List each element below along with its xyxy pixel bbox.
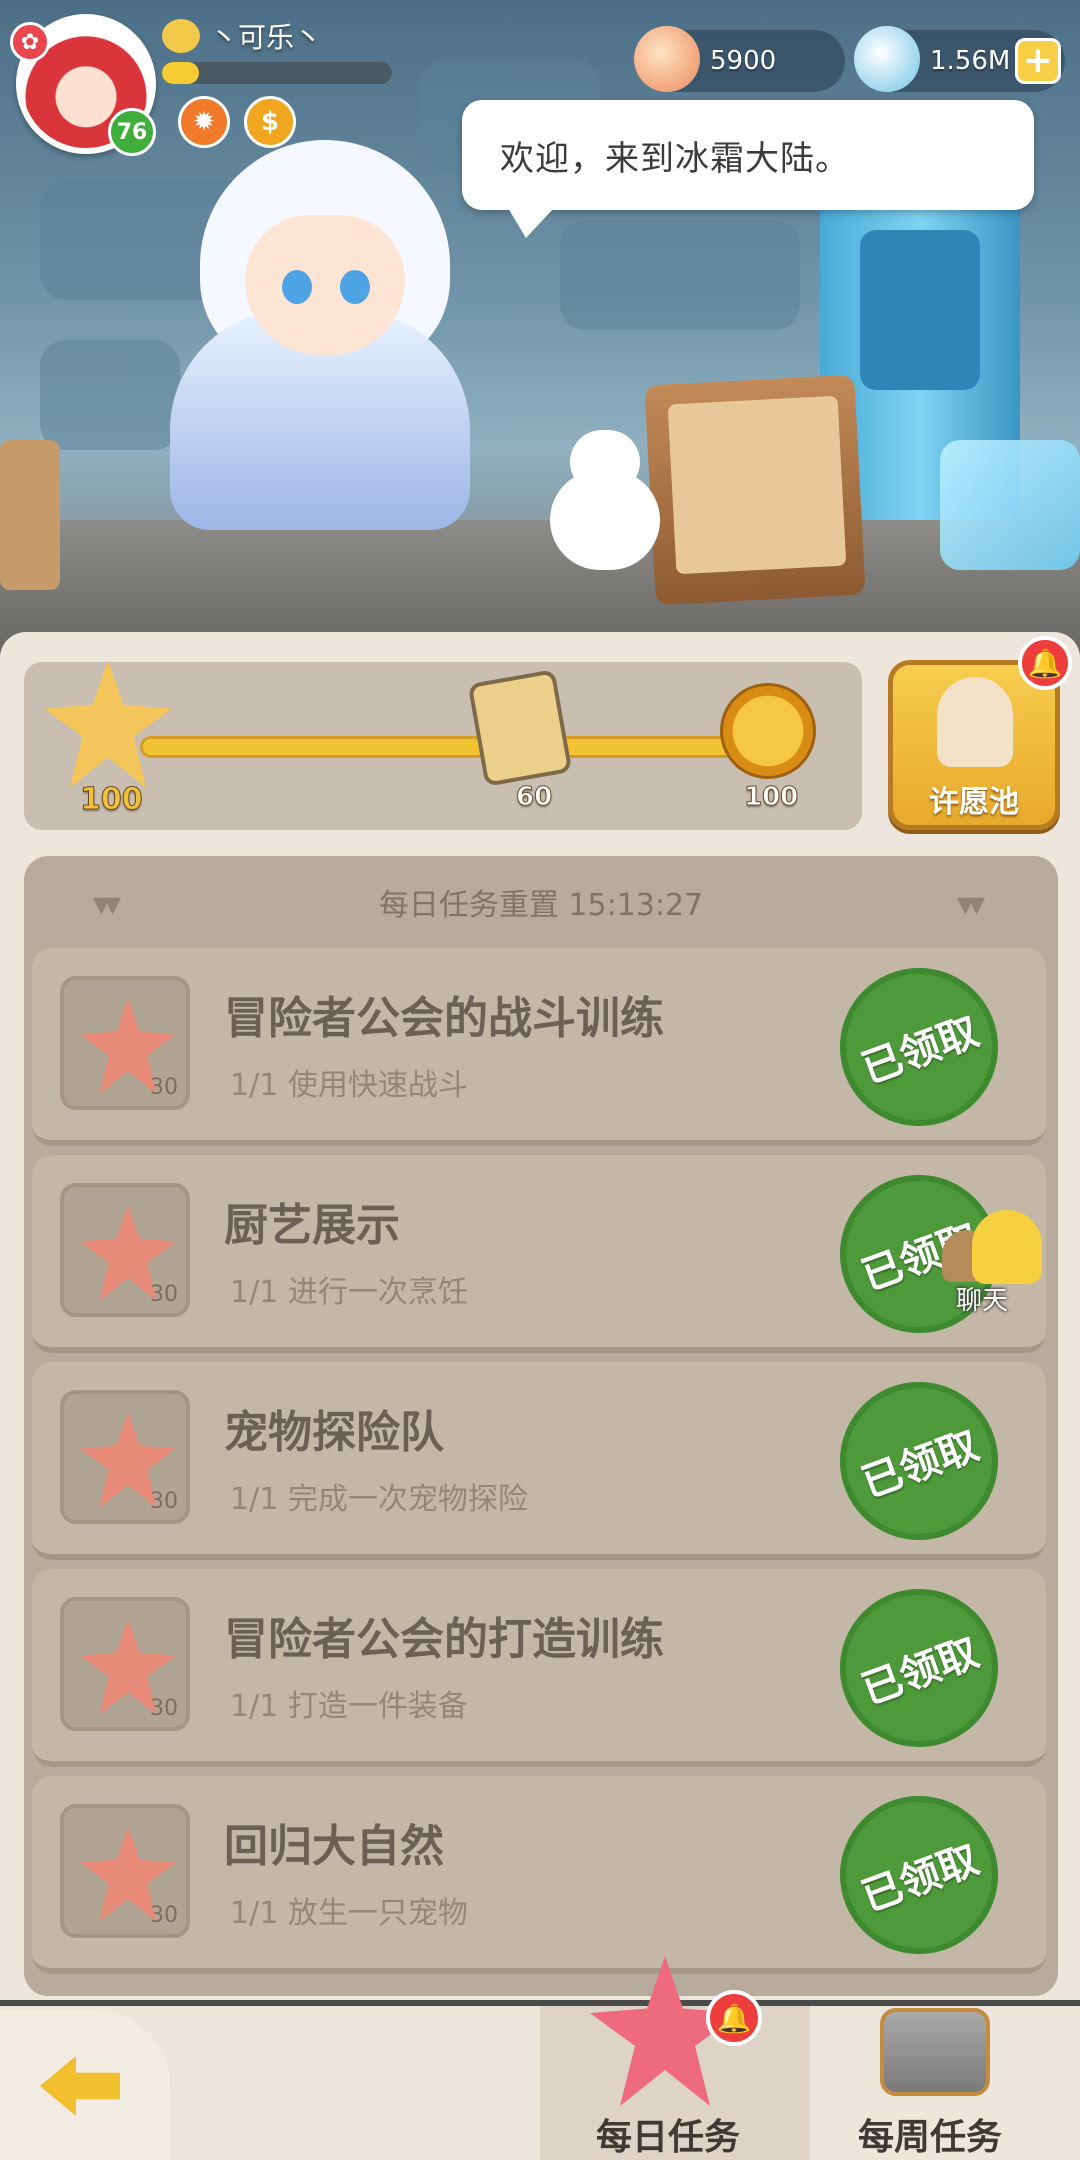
task-reward-slot[interactable]: 30 xyxy=(60,976,190,1110)
task-title: 回归大自然 xyxy=(224,1821,444,1872)
exp-fill xyxy=(162,62,199,84)
task-desc: 1/1 进行一次烹饪 xyxy=(230,1275,468,1310)
chat-button[interactable]: 聊天 xyxy=(930,1206,1050,1316)
player-name: 丶可乐丶 xyxy=(210,21,323,54)
task-title: 冒险者公会的战斗训练 xyxy=(224,993,664,1044)
task-title: 宠物探险队 xyxy=(224,1407,444,1458)
buff-coin-icon[interactable]: $ xyxy=(244,96,296,148)
task-reward-slot[interactable]: 30 xyxy=(60,1597,190,1731)
tab-weekly-label: 每周任务 xyxy=(858,2117,1003,2158)
task-row: 30 回归大自然 1/1 放生一只宠物 已领取 xyxy=(32,1776,1046,1974)
claimed-button[interactable]: 已领取 xyxy=(840,968,998,1126)
npc-eye xyxy=(340,270,370,304)
task-row: 30 冒险者公会的打造训练 1/1 打造一件装备 已领取 xyxy=(32,1569,1046,1767)
star-chest-icon xyxy=(44,660,172,788)
claimed-button[interactable]: 已领取 xyxy=(840,1796,998,1954)
task-desc: 1/1 打造一件装备 xyxy=(230,1689,468,1724)
gem-currency: 1.56M + xyxy=(854,26,1065,92)
task-row: 30 厨艺展示 1/1 进行一次烹饪 已领取 xyxy=(32,1155,1046,1353)
task-reward-qty: 30 xyxy=(150,1489,178,1514)
claimed-label: 已领取 xyxy=(856,1629,985,1714)
chevron-down-icon: ▾▾ xyxy=(92,884,121,924)
totem-face xyxy=(860,230,980,390)
avatar-settings-icon[interactable]: ✿ xyxy=(10,22,50,62)
reward-progress-bar xyxy=(140,736,780,758)
npc-speech-text: 欢迎，来到冰霜大陆。 xyxy=(500,138,850,179)
wall-stone xyxy=(560,220,800,330)
exp-bar xyxy=(162,62,392,84)
snowman xyxy=(550,470,660,570)
task-reward-slot[interactable]: 30 xyxy=(60,1804,190,1938)
card-icon xyxy=(467,669,573,787)
daily-reset-text: 每日任务重置 15:13:27 xyxy=(378,888,704,923)
notification-bell-icon: 🔔 xyxy=(706,1990,762,2046)
shell-currency: 5900 xyxy=(634,26,845,92)
player-level-badge: 76 xyxy=(108,108,156,156)
task-row: 30 冒险者公会的战斗训练 1/1 使用快速战斗 已领取 xyxy=(32,948,1046,1146)
task-desc: 1/1 放生一只宠物 xyxy=(230,1896,468,1931)
chat-label: 聊天 xyxy=(956,1286,1009,1316)
floor xyxy=(0,520,1080,640)
wish-pool-label: 许愿池 xyxy=(929,785,1019,820)
claimed-button[interactable]: 已领取 xyxy=(840,1589,998,1747)
task-reward-qty: 30 xyxy=(150,1282,178,1307)
claimed-label: 已领取 xyxy=(856,1422,985,1507)
task-reward-qty: 30 xyxy=(150,1696,178,1721)
tab-daily-label: 每日任务 xyxy=(596,2117,741,2158)
npc-speech-bubble: 欢迎，来到冰霜大陆。 xyxy=(462,100,1034,238)
scroll-prop xyxy=(0,440,60,590)
scene-background xyxy=(0,0,1080,640)
player-name-row: 丶可乐丶 xyxy=(162,14,322,58)
task-title: 厨艺展示 xyxy=(224,1200,400,1251)
npc-face[interactable] xyxy=(245,215,405,355)
task-reward-slot[interactable]: 30 xyxy=(60,1183,190,1317)
claimed-label: 已领取 xyxy=(856,1836,985,1921)
task-reward-qty: 30 xyxy=(150,1075,178,1100)
wish-statue-icon xyxy=(937,677,1013,767)
gem-amount: 1.56M xyxy=(930,46,1011,76)
ice-cube xyxy=(940,440,1080,570)
milestone-gold-coin[interactable] xyxy=(720,683,820,783)
shell-icon xyxy=(634,26,700,92)
notice-paper xyxy=(667,395,847,575)
wall-stone xyxy=(40,340,180,450)
chat-ghost-icon xyxy=(972,1210,1042,1284)
milestone-label: 100 xyxy=(743,782,799,813)
task-desc: 1/1 完成一次宠物探险 xyxy=(230,1482,528,1517)
task-row: 30 宠物探险队 1/1 完成一次宠物探险 已领取 xyxy=(32,1362,1046,1560)
claimed-button[interactable]: 已领取 xyxy=(840,1382,998,1540)
task-reward-qty: 30 xyxy=(150,1903,178,1928)
milestone-star-chest[interactable] xyxy=(44,660,172,800)
task-reward-slot[interactable]: 30 xyxy=(60,1390,190,1524)
task-desc: 1/1 使用快速战斗 xyxy=(230,1068,468,1103)
add-gem-button[interactable]: + xyxy=(1015,38,1061,84)
chevron-down-icon: ▾▾ xyxy=(956,884,985,924)
treasure-chest-icon xyxy=(880,2008,990,2096)
gold-coin-icon xyxy=(720,683,816,779)
claimed-label: 已领取 xyxy=(856,1008,985,1093)
daily-reset-bar: 每日任务重置 15:13:27 xyxy=(24,866,1058,938)
npc-eye xyxy=(282,270,312,304)
milestone-label: 100 xyxy=(80,782,144,818)
task-title: 冒险者公会的打造训练 xyxy=(224,1614,664,1665)
shell-amount: 5900 xyxy=(710,46,777,76)
gem-icon xyxy=(854,26,920,92)
milestone-label: 60 xyxy=(515,782,553,813)
buff-flower-icon[interactable]: ✹ xyxy=(178,96,230,148)
notification-bell-icon: 🔔 xyxy=(1018,636,1072,690)
milestone-card[interactable] xyxy=(467,669,576,787)
emoji-face-icon xyxy=(162,19,200,53)
